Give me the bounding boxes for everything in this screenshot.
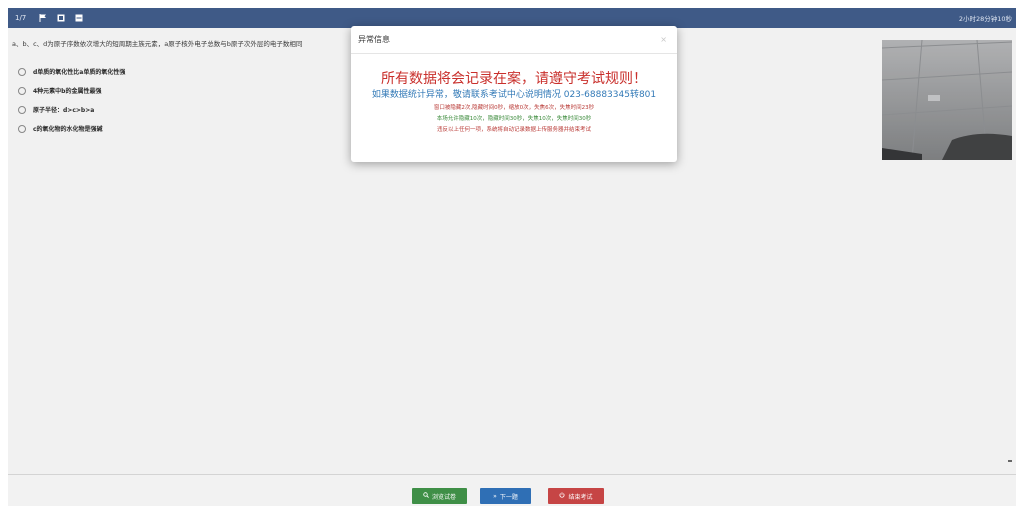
option-label: 4种元素中b的金属性最强	[33, 88, 102, 95]
contact-info: 如果数据统计异常，敬请联系考试中心说明情况 023-68883345转801	[371, 90, 657, 100]
option-label: 原子半径：d>c>b>a	[33, 107, 95, 114]
browse-paper-button[interactable]: 浏览试卷	[412, 488, 467, 504]
next-label: 下一题	[499, 493, 518, 501]
scroll-indicator[interactable]	[1008, 460, 1012, 462]
square-icon[interactable]	[56, 13, 66, 23]
camera-feed-image	[882, 40, 1012, 160]
double-chevron-right-icon: »	[493, 492, 497, 500]
next-question-button[interactable]: » 下一题	[480, 488, 531, 504]
search-icon	[423, 492, 429, 500]
dialog-title: 异常信息	[358, 35, 390, 44]
flag-icon[interactable]	[38, 13, 48, 23]
anomaly-dialog: 异常信息 × 所有数据将会记录在案，请遵守考试规则！ 如果数据统计异常，敬请联系…	[351, 26, 677, 162]
dialog-header: 异常信息 ×	[351, 26, 677, 54]
webcam-preview	[882, 40, 1012, 160]
close-icon[interactable]: ×	[660, 35, 667, 44]
power-icon	[559, 492, 565, 500]
top-bar: 1/7 2小时28分钟10秒	[8, 8, 1016, 28]
option-c[interactable]: 原子半径：d>c>b>a	[18, 100, 125, 119]
option-d[interactable]: c的氧化物的水化物是强碱	[18, 119, 125, 138]
radio-button[interactable]	[18, 86, 26, 95]
option-label: d单质的氧化性比a单质的氧化性强	[33, 69, 126, 76]
bottom-toolbar: 浏览试卷 » 下一题 结束考试	[8, 474, 1016, 506]
browse-label: 浏览试卷	[431, 493, 456, 501]
end-label: 结束考试	[568, 493, 593, 501]
dialog-body: 所有数据将会记录在案，请遵守考试规则！ 如果数据统计异常，敬请联系考试中心说明情…	[351, 54, 677, 134]
warning-headline: 所有数据将会记录在案，请遵守考试规则！	[381, 71, 647, 87]
end-exam-button[interactable]: 结束考试	[548, 488, 604, 504]
exam-timer: 2小时28分钟10秒	[958, 15, 1012, 23]
square-icon[interactable]	[74, 13, 84, 23]
radio-button[interactable]	[18, 67, 26, 76]
allowed-limits: 本场允许隐藏10次，隐藏时间30秒，失焦10次，失焦时间30秒	[436, 116, 592, 122]
radio-button[interactable]	[18, 124, 26, 133]
hide-stats: 窗口被隐藏2次,隐藏时间0秒，缩放0次，失焦6次，失焦时间23秒	[433, 105, 595, 111]
option-label: c的氧化物的水化物是强碱	[33, 126, 103, 133]
question-counter: 1/7	[15, 14, 27, 22]
violation-notice: 违反以上任何一项，系统将自动记录数据上传服务器并结束考试	[436, 127, 591, 133]
option-a[interactable]: d单质的氧化性比a单质的氧化性强	[18, 62, 125, 81]
answer-options: d单质的氧化性比a单质的氧化性强 4种元素中b的金属性最强 原子半径：d>c>b…	[18, 62, 125, 138]
option-b[interactable]: 4种元素中b的金属性最强	[18, 81, 125, 100]
radio-button[interactable]	[18, 105, 26, 114]
